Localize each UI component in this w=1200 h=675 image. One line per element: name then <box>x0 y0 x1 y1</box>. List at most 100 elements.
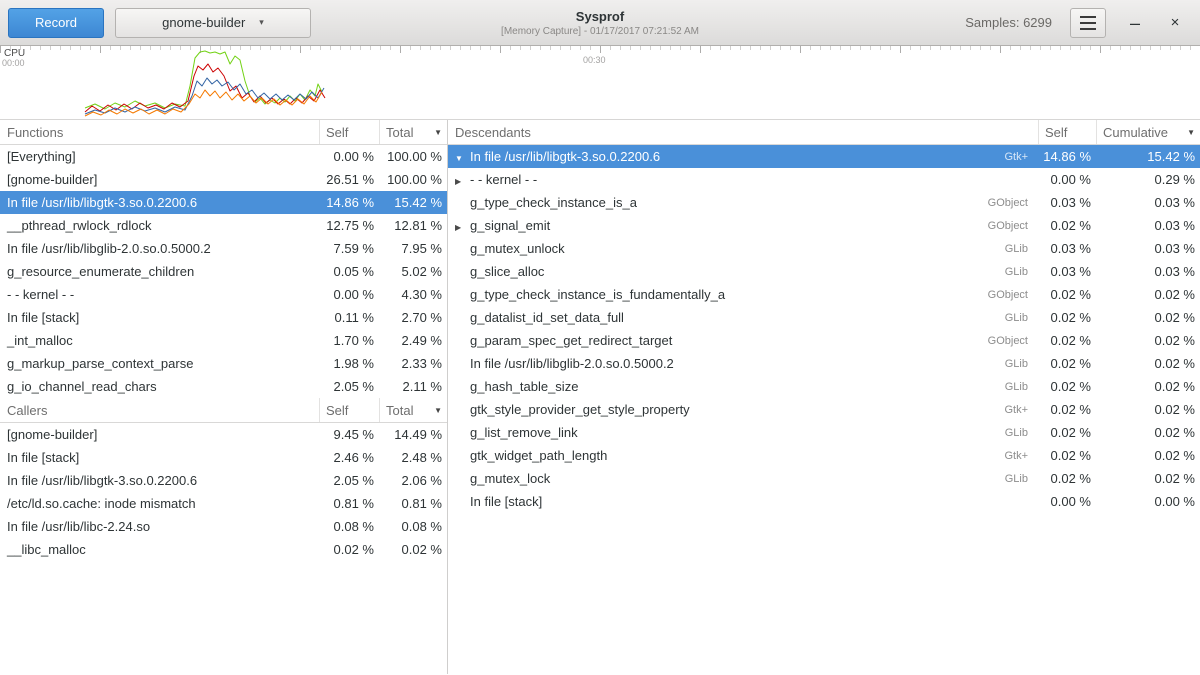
process-selector-dropdown[interactable]: gnome-builder ▾ <box>115 8 311 38</box>
cpu-series-orange <box>85 90 322 116</box>
symbol-name: g_type_check_instance_is_fundamentally_a <box>470 287 725 302</box>
descendants-tree: ▼In file /usr/lib/libgtk-3.so.0.2200.6Gt… <box>448 145 1200 513</box>
expander-open-icon[interactable]: ▼ <box>455 154 470 163</box>
total-value: 2.49 % <box>379 333 447 348</box>
descendants-row[interactable]: g_type_check_instance_is_aGObject0.03 %0… <box>448 191 1200 214</box>
callers-row[interactable]: In file [stack]2.46 %2.48 % <box>0 446 447 469</box>
descendants-row[interactable]: gtk_widget_path_lengthGtk+0.02 %0.02 % <box>448 444 1200 467</box>
callers-column-total[interactable]: Total ▼ <box>379 398 447 422</box>
minimize-button[interactable]: – <box>1124 11 1146 35</box>
self-value: 1.70 % <box>319 333 379 348</box>
callers-row[interactable]: In file /usr/lib/libgtk-3.so.0.2200.62.0… <box>0 469 447 492</box>
descendants-row[interactable]: g_mutex_lockGLib0.02 %0.02 % <box>448 467 1200 490</box>
functions-row[interactable]: In file /usr/lib/libglib-2.0.so.0.5000.2… <box>0 237 447 260</box>
symbol-name: __libc_malloc <box>0 542 319 557</box>
descendants-header-row[interactable]: Descendants Self Cumulative ▼ <box>448 120 1200 145</box>
total-value: 12.81 % <box>379 218 447 233</box>
expander-closed-icon[interactable]: ▶ <box>455 223 470 232</box>
functions-column-self[interactable]: Self <box>319 120 379 144</box>
symbol-name-cell: ▶g_signal_emit <box>448 218 968 233</box>
total-value: 2.48 % <box>379 450 447 465</box>
functions-row[interactable]: __pthread_rwlock_rdlock12.75 %12.81 % <box>0 214 447 237</box>
descendants-row[interactable]: In file /usr/lib/libglib-2.0.so.0.5000.2… <box>448 352 1200 375</box>
symbol-name: g_signal_emit <box>470 218 550 233</box>
descendants-column-title[interactable]: Descendants <box>448 120 1038 144</box>
cumulative-value: 0.03 % <box>1096 241 1200 256</box>
library-badge: Gtk+ <box>968 450 1038 462</box>
total-value: 0.02 % <box>379 542 447 557</box>
cpu-usage-chart <box>0 46 1200 120</box>
symbol-name: gtk_widget_path_length <box>470 448 607 463</box>
functions-row[interactable]: In file /usr/lib/libgtk-3.so.0.2200.614.… <box>0 191 447 214</box>
self-value: 0.00 % <box>1038 172 1096 187</box>
descendants-row[interactable]: g_slice_allocGLib0.03 %0.03 % <box>448 260 1200 283</box>
functions-column-title[interactable]: Functions <box>0 120 319 144</box>
library-badge: GLib <box>968 427 1038 439</box>
descendants-column-cumulative[interactable]: Cumulative ▼ <box>1096 120 1200 144</box>
self-value: 0.00 % <box>1038 494 1096 509</box>
total-value: 14.49 % <box>379 427 447 442</box>
menu-button[interactable] <box>1070 8 1106 38</box>
functions-column-total[interactable]: Total ▼ <box>379 120 447 144</box>
cpu-series-blue <box>85 78 324 114</box>
descendants-row[interactable]: ▶g_signal_emitGObject0.02 %0.03 % <box>448 214 1200 237</box>
self-value: 0.02 % <box>1038 287 1096 302</box>
symbol-name: _int_malloc <box>0 333 319 348</box>
symbol-name: g_mutex_lock <box>470 471 550 486</box>
self-value: 2.05 % <box>319 473 379 488</box>
app-title: Sysprof <box>576 9 624 24</box>
sort-indicator-icon: ▼ <box>434 128 447 137</box>
callers-row[interactable]: __libc_malloc0.02 %0.02 % <box>0 538 447 561</box>
functions-header-row[interactable]: Functions Self Total ▼ <box>0 120 447 145</box>
library-badge: GLib <box>968 473 1038 485</box>
descendants-row[interactable]: ▼In file /usr/lib/libgtk-3.so.0.2200.6Gt… <box>448 145 1200 168</box>
symbol-name-cell: gtk_style_provider_get_style_property <box>448 402 968 417</box>
symbol-name: g_slice_alloc <box>470 264 544 279</box>
symbol-name: [gnome-builder] <box>0 172 319 187</box>
functions-row[interactable]: In file [stack]0.11 %2.70 % <box>0 306 447 329</box>
descendants-row[interactable]: In file [stack]0.00 %0.00 % <box>448 490 1200 513</box>
functions-row[interactable]: [gnome-builder]26.51 %100.00 % <box>0 168 447 191</box>
functions-row[interactable]: g_io_channel_read_chars2.05 %2.11 % <box>0 375 447 398</box>
cumulative-value: 0.02 % <box>1096 379 1200 394</box>
symbol-name-cell: ▶- - kernel - - <box>448 172 968 187</box>
descendants-row[interactable]: g_type_check_instance_is_fundamentally_a… <box>448 283 1200 306</box>
descendants-row[interactable]: ▶- - kernel - -0.00 %0.29 % <box>448 168 1200 191</box>
functions-row[interactable]: g_markup_parse_context_parse1.98 %2.33 % <box>0 352 447 375</box>
cpu-graph[interactable]: CPU 00:00 00:30 <box>0 46 1200 120</box>
cumulative-value: 0.02 % <box>1096 402 1200 417</box>
sort-indicator-icon: ▼ <box>1187 128 1200 137</box>
symbol-name: g_type_check_instance_is_a <box>470 195 637 210</box>
descendants-row[interactable]: g_datalist_id_set_data_fullGLib0.02 %0.0… <box>448 306 1200 329</box>
callers-column-self[interactable]: Self <box>319 398 379 422</box>
cumulative-value: 0.03 % <box>1096 264 1200 279</box>
descendants-row[interactable]: g_hash_table_sizeGLib0.02 %0.02 % <box>448 375 1200 398</box>
library-badge: Gtk+ <box>968 404 1038 416</box>
descendants-row[interactable]: g_param_spec_get_redirect_targetGObject0… <box>448 329 1200 352</box>
symbol-name: /etc/ld.so.cache: inode mismatch <box>0 496 319 511</box>
cumulative-value: 0.02 % <box>1096 310 1200 325</box>
callers-row[interactable]: /etc/ld.so.cache: inode mismatch0.81 %0.… <box>0 492 447 515</box>
callers-header-row[interactable]: Callers Self Total ▼ <box>0 398 447 423</box>
functions-row[interactable]: - - kernel - -0.00 %4.30 % <box>0 283 447 306</box>
symbol-name-cell: g_slice_alloc <box>448 264 968 279</box>
total-value: 2.70 % <box>379 310 447 325</box>
close-button[interactable]: × <box>1164 11 1186 35</box>
total-value: 2.11 % <box>379 379 447 394</box>
descendants-row[interactable]: g_mutex_unlockGLib0.03 %0.03 % <box>448 237 1200 260</box>
self-value: 0.02 % <box>1038 333 1096 348</box>
functions-row[interactable]: [Everything]0.00 %100.00 % <box>0 145 447 168</box>
descendants-row[interactable]: g_list_remove_linkGLib0.02 %0.02 % <box>448 421 1200 444</box>
descendants-row[interactable]: gtk_style_provider_get_style_propertyGtk… <box>448 398 1200 421</box>
library-badge: GObject <box>968 197 1038 209</box>
descendants-column-self[interactable]: Self <box>1038 120 1096 144</box>
callers-row[interactable]: In file /usr/lib/libc-2.24.so0.08 %0.08 … <box>0 515 447 538</box>
cumulative-value: 0.02 % <box>1096 425 1200 440</box>
expander-closed-icon[interactable]: ▶ <box>455 177 470 186</box>
callers-column-title[interactable]: Callers <box>0 398 319 422</box>
self-value: 0.00 % <box>319 287 379 302</box>
record-button[interactable]: Record <box>8 8 104 38</box>
functions-row[interactable]: g_resource_enumerate_children0.05 %5.02 … <box>0 260 447 283</box>
functions-row[interactable]: _int_malloc1.70 %2.49 % <box>0 329 447 352</box>
callers-row[interactable]: [gnome-builder]9.45 %14.49 % <box>0 423 447 446</box>
